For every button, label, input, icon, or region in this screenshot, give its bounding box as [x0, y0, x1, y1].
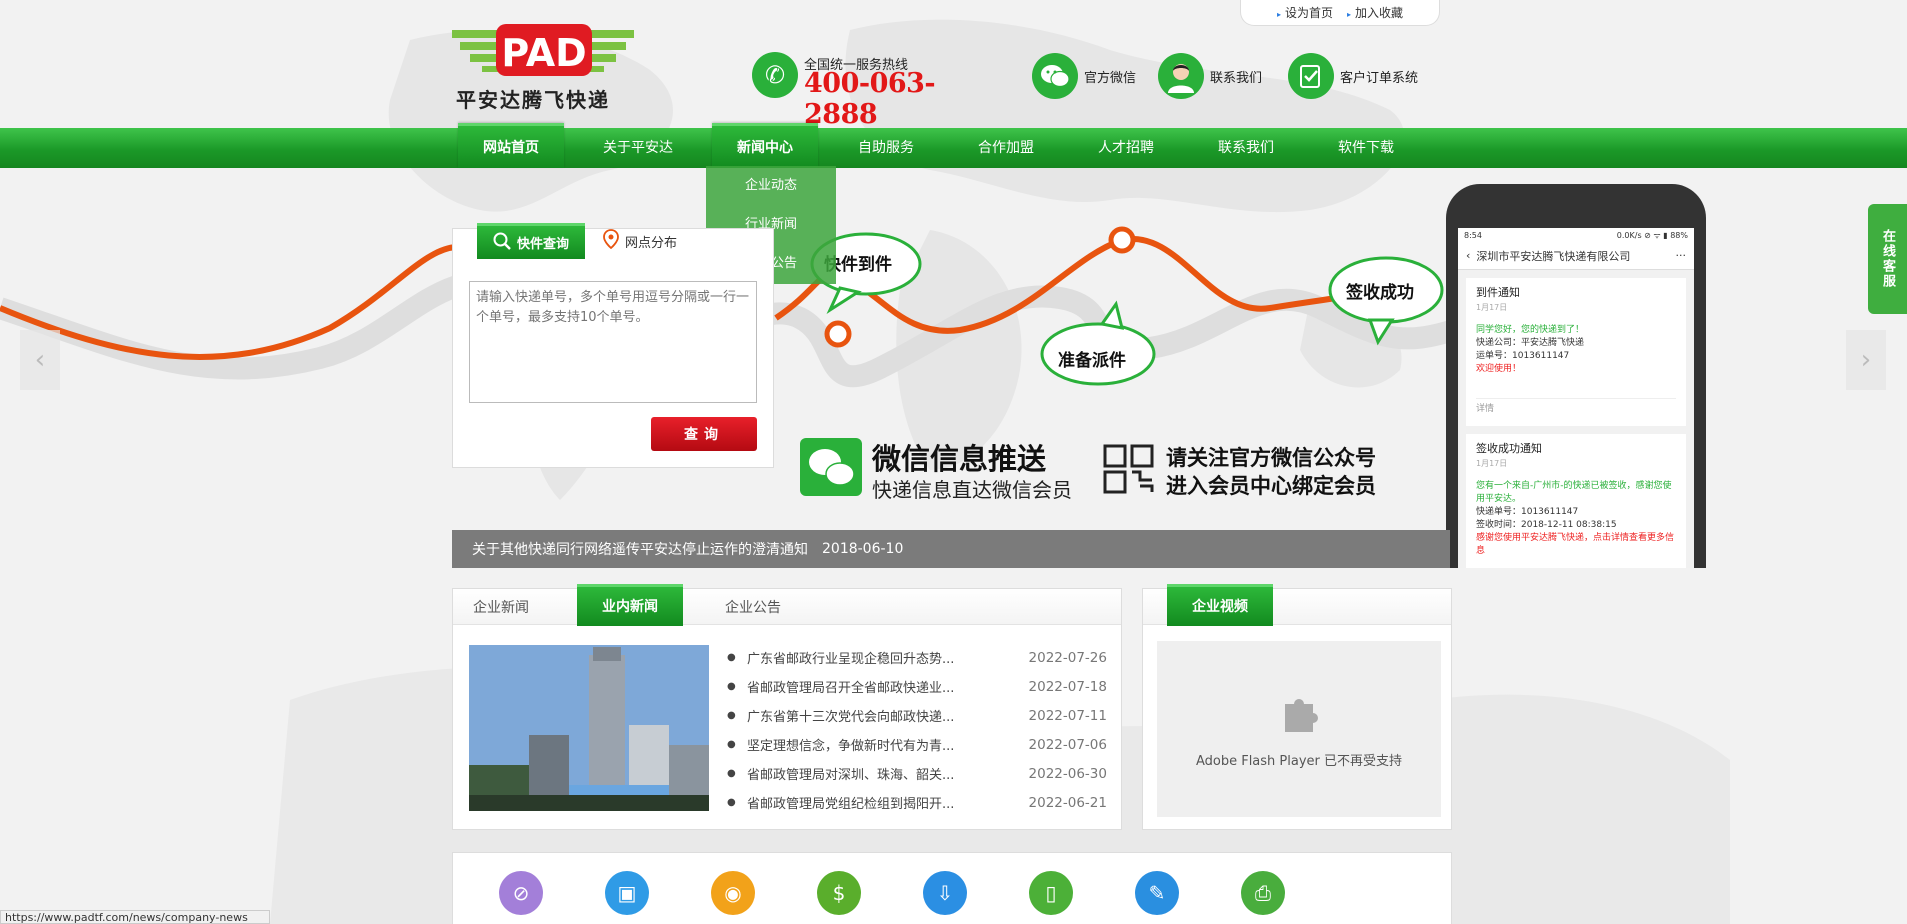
- announcement-ticker[interactable]: 关于其他快递同行网络遥传平安达停止运作的澄清通知 2018-06-10: [452, 530, 1450, 568]
- nav-item-careers[interactable]: 人才招聘: [1076, 128, 1176, 168]
- video-panel: 企业视频 Adobe Flash Player 已不再受支持: [1142, 584, 1452, 830]
- ticker-text: 关于其他快递同行网络遥传平安达停止运作的澄清通知: [472, 542, 808, 558]
- printer-icon[interactable]: ⎙: [1241, 871, 1285, 915]
- top-utility-bar: ▸ 设为首页 ▸ 加入收藏: [1240, 0, 1440, 26]
- location-pin-icon: [603, 229, 619, 253]
- phone-card-arrival: 到件通知 1月17日 同学您好，您的快递到了！ 快递公司：平安达腾飞快递 运单号…: [1466, 278, 1686, 426]
- search-icon: [493, 232, 511, 254]
- phone-chat-title: 深圳市平安达腾飞快递有限公司: [1476, 249, 1631, 263]
- nav-item-news[interactable]: 新闻中心: [712, 123, 818, 168]
- hotline-number: 400-063-2888: [804, 68, 936, 130]
- order-icon: [1288, 53, 1334, 99]
- site-logo[interactable]: PAD 平安达腾飞快递: [452, 24, 634, 112]
- chevron-left-icon: ‹: [34, 345, 46, 375]
- header-link-contact[interactable]: 联系我们: [1158, 53, 1262, 99]
- back-icon: ‹: [1466, 249, 1471, 262]
- news-image[interactable]: [469, 645, 709, 811]
- more-icon: ···: [1675, 249, 1687, 262]
- user-edit-icon[interactable]: ✎: [1135, 871, 1179, 915]
- phone-screen: 8:54 0.0K/s ⊘ ᯤ ▮ 88% ‹ 深圳市平安达腾飞快递有限公司 ·…: [1458, 228, 1694, 568]
- chevron-right-icon: ›: [1860, 345, 1872, 375]
- nav-item-home[interactable]: 网站首页: [458, 123, 564, 168]
- phone-card-signed: 签收成功通知 1月17日 您有一个来自-广州市-的快递已被签收，感谢您使用平安达…: [1466, 434, 1686, 568]
- video-tabs: 企业视频: [1143, 584, 1451, 626]
- nav-item-downloads[interactable]: 软件下载: [1316, 128, 1416, 168]
- dropdown-item-company-news[interactable]: 企业动态: [706, 166, 836, 205]
- tab-branch-locations[interactable]: 网点分布: [603, 223, 677, 259]
- logo-text: 平安达腾飞快递: [456, 88, 610, 112]
- news-list: ● 广东省邮政行业呈现企稳回升态势... 2022-07-26 ● 省邮政管理局召开全…: [727, 643, 1107, 817]
- header-link-order-system[interactable]: 客户订单系统: [1288, 53, 1418, 99]
- follow-text-2: 进入会员中心绑定会员: [1166, 474, 1376, 498]
- box-icon[interactable]: ▣: [605, 871, 649, 915]
- services-bar: ⊘ ▣ ◉ $ ⇩ ▯ ✎ ⎙: [452, 852, 1452, 924]
- forbidden-icon[interactable]: ⊘: [499, 871, 543, 915]
- tracking-query-box: 快件查询 网点分布 查询: [452, 223, 774, 468]
- tab-company-video[interactable]: 企业视频: [1167, 584, 1273, 626]
- query-button[interactable]: 查询: [651, 417, 757, 451]
- list-item[interactable]: ● 省邮政管理局召开全省邮政快递业... 2022-07-18: [727, 672, 1107, 701]
- add-favorite-link[interactable]: ▸ 加入收藏: [1347, 4, 1403, 21]
- banner-next-button[interactable]: ›: [1846, 330, 1886, 390]
- nav-item-about[interactable]: 关于平安达: [588, 128, 688, 168]
- plugin-icon: [1277, 690, 1321, 738]
- route-point-1: [824, 320, 852, 348]
- download-icon[interactable]: ⇩: [923, 871, 967, 915]
- phone-status: 0.0K/s ⊘ ᯤ ▮ 88%: [1616, 230, 1688, 240]
- phone-time: 8:54: [1464, 230, 1482, 240]
- banner-prev-button[interactable]: ‹: [20, 330, 60, 390]
- news-tabs: 企业新闻 业内新闻 企业公告: [453, 584, 1121, 626]
- ticker-date: 2018-06-10: [822, 541, 904, 557]
- set-home-link[interactable]: ▸ 设为首页: [1277, 4, 1333, 21]
- tab-industry-news[interactable]: 业内新闻: [577, 584, 683, 626]
- nav-item-self-service[interactable]: 自助服务: [836, 128, 936, 168]
- location-icon[interactable]: ◉: [711, 871, 755, 915]
- list-item[interactable]: ● 广东省第十三次党代会向邮政快递... 2022-07-11: [727, 701, 1107, 730]
- qr-code-icon: [1103, 444, 1154, 494]
- wechat-push-subtitle: 快递信息直达微信会员: [872, 478, 1072, 502]
- triangle-icon: ▸: [1276, 10, 1281, 19]
- tracking-number-input[interactable]: [469, 281, 757, 403]
- tab-announcements[interactable]: 企业公告: [725, 589, 781, 625]
- list-item[interactable]: ● 坚定理想信念，争做新时代有为青... 2022-07-06: [727, 730, 1107, 759]
- tab-company-news[interactable]: 企业新闻: [473, 589, 529, 625]
- money-bag-icon[interactable]: $: [817, 871, 861, 915]
- list-item[interactable]: ● 省邮政管理局对深圳、珠海、韶关... 2022-06-30: [727, 759, 1107, 788]
- news-panel: 企业新闻 业内新闻 企业公告 ● 广东省邮政行业呈现企稳回升态势... 2022-0…: [452, 584, 1122, 830]
- nav-item-franchise[interactable]: 合作加盟: [956, 128, 1056, 168]
- follow-text-1: 请关注官方微信公众号: [1166, 446, 1376, 470]
- phone-icon: ✆: [752, 52, 798, 98]
- agent-icon: [1158, 53, 1204, 99]
- header-link-wechat[interactable]: 官方微信: [1032, 53, 1136, 99]
- list-item[interactable]: ● 广东省邮政行业呈现企稳回升态势... 2022-07-26: [727, 643, 1107, 672]
- bubble-signed-text: 签收成功: [1346, 283, 1414, 303]
- hotline: ✆ 全国统一服务热线 400-063-2888: [752, 52, 1002, 130]
- phone-mockup: 8:54 0.0K/s ⊘ ᯤ ▮ 88% ‹ 深圳市平安达腾飞快递有限公司 ·…: [1446, 184, 1706, 568]
- triangle-icon: ▸: [1347, 10, 1352, 19]
- route-point-2: [1108, 226, 1136, 254]
- list-item[interactable]: ● 省邮政管理局党组纪检组到揭阳开... 2022-06-21: [727, 788, 1107, 817]
- wechat-icon: [1032, 53, 1078, 99]
- svg-text:PAD: PAD: [501, 31, 586, 75]
- nav-item-contact[interactable]: 联系我们: [1196, 128, 1296, 168]
- main-nav: 网站首页 关于平安达 新闻中心 自助服务 合作加盟 人才招聘 联系我们 软件下载: [0, 123, 1907, 168]
- mobile-icon[interactable]: ▯: [1029, 871, 1073, 915]
- browser-status-url: https://www.padtf.com/news/company-news: [0, 910, 270, 924]
- flash-placeholder: Adobe Flash Player 已不再受支持: [1157, 641, 1441, 817]
- wechat-push-title: 微信信息推送: [872, 442, 1047, 476]
- tab-express-query[interactable]: 快件查询: [477, 223, 585, 259]
- bubble-dispatch-text: 准备派件: [1058, 351, 1126, 371]
- online-service-button[interactable]: 在线客服: [1868, 204, 1907, 314]
